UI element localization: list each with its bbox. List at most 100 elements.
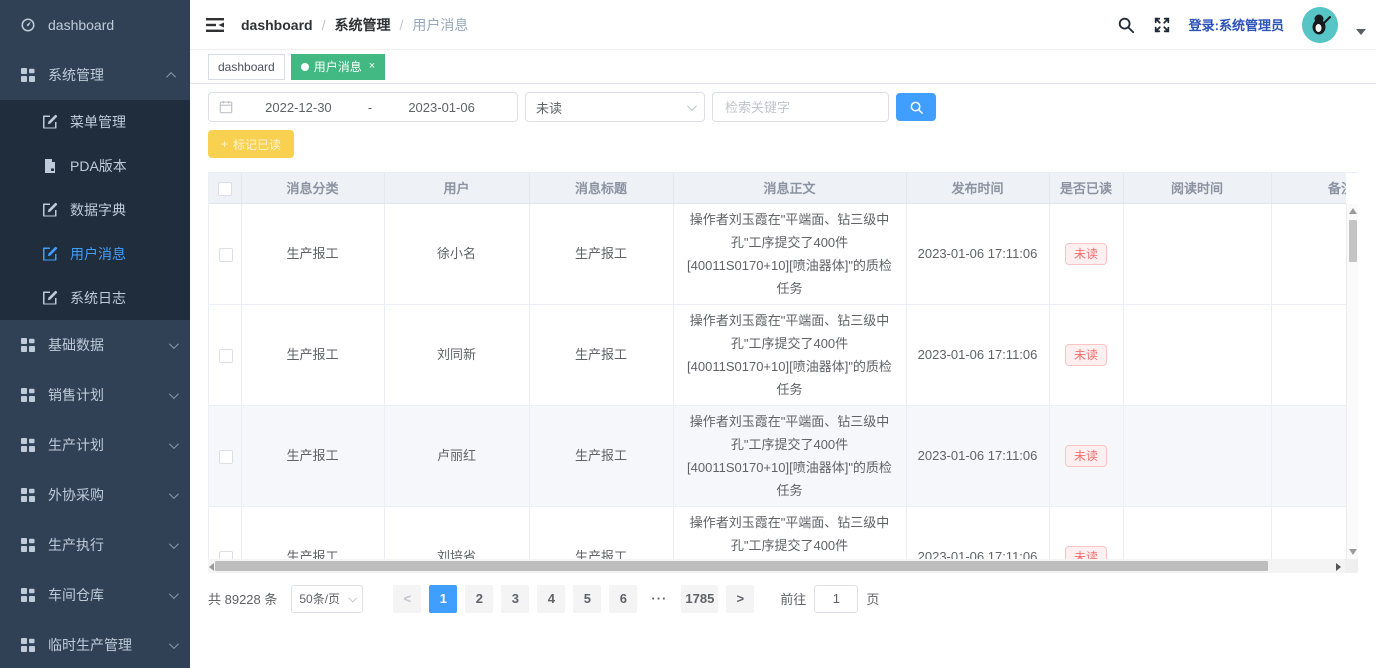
chevron-down-icon <box>169 439 179 449</box>
sidebar-item-系统管理[interactable]: 系统管理 <box>0 50 190 100</box>
sidebar-item-label: 用户消息 <box>70 244 126 264</box>
row-select-cell <box>209 405 241 506</box>
login-user-label[interactable]: 登录:系统管理员 <box>1189 15 1284 34</box>
column-header-消息分类: 消息分类 <box>241 173 384 203</box>
row-checkbox[interactable] <box>219 551 233 559</box>
vertical-scroll-thumb[interactable] <box>1349 220 1357 262</box>
cell-category: 生产报工 <box>241 506 384 559</box>
hamburger-icon[interactable] <box>205 15 225 35</box>
edit-icon <box>42 202 58 218</box>
horizontal-scrollbar[interactable] <box>208 559 1358 573</box>
sidebar-item-基础数据[interactable]: 基础数据 <box>0 320 190 370</box>
scroll-down-icon[interactable] <box>1349 549 1357 555</box>
page-button-1[interactable]: 1 <box>429 585 457 613</box>
chevron-down-icon <box>169 539 179 549</box>
date-range-picker[interactable]: 2022-12-30 - 2023-01-06 <box>208 92 518 122</box>
page-button-5[interactable]: 5 <box>573 585 601 613</box>
status-badge: 未读 <box>1065 243 1107 265</box>
sidebar-item-label: 销售计划 <box>48 385 104 405</box>
date-start-value[interactable]: 2022-12-30 <box>233 100 364 115</box>
search-icon[interactable] <box>1117 16 1135 34</box>
select-all-checkbox[interactable] <box>218 182 232 196</box>
search-button[interactable] <box>896 93 936 121</box>
page-button-3[interactable]: 3 <box>501 585 529 613</box>
cell-read-time <box>1123 304 1271 405</box>
status-badge: 未读 <box>1065 546 1107 559</box>
grid-icon <box>20 637 36 653</box>
scroll-left-icon[interactable] <box>209 563 214 571</box>
column-header-消息标题: 消息标题 <box>529 173 673 203</box>
fullscreen-icon[interactable] <box>1153 16 1171 34</box>
sidebar-item-数据字典[interactable]: 数据字典 <box>0 188 190 232</box>
cell-read-status: 未读 <box>1049 304 1123 405</box>
page-button-4[interactable]: 4 <box>537 585 565 613</box>
row-checkbox[interactable] <box>219 349 233 363</box>
tab-用户消息[interactable]: 用户消息× <box>291 54 385 80</box>
sidebar-item-dashboard[interactable]: dashboard <box>0 0 190 50</box>
keyword-search-input[interactable] <box>712 92 889 122</box>
sidebar-item-销售计划[interactable]: 销售计划 <box>0 370 190 420</box>
cell-read-status: 未读 <box>1049 506 1123 559</box>
row-checkbox[interactable] <box>219 248 233 262</box>
sidebar-item-label: 系统日志 <box>70 288 126 308</box>
breadcrumb-item-system[interactable]: 系统管理 <box>334 15 390 35</box>
sidebar-item-临时生产管理[interactable]: 临时生产管理 <box>0 620 190 668</box>
sidebar-item-生产计划[interactable]: 生产计划 <box>0 420 190 470</box>
close-icon[interactable]: × <box>369 61 375 72</box>
sidebar-item-菜单管理[interactable]: 菜单管理 <box>0 100 190 144</box>
sidebar-item-PDA版本[interactable]: PDA版本 <box>0 144 190 188</box>
status-badge: 未读 <box>1065 344 1107 366</box>
sidebar-item-label: 系统管理 <box>48 65 104 85</box>
sidebar: dashboard 系统管理菜单管理 PDA版本数据字典用户消息系统日志基础数据销售… <box>0 0 190 668</box>
sidebar-item-外协采购[interactable]: 外协采购 <box>0 470 190 520</box>
sidebar-item-label: PDA版本 <box>70 156 127 176</box>
user-menu-caret-icon[interactable] <box>1356 29 1366 35</box>
sidebar-item-label: 菜单管理 <box>70 112 126 132</box>
cell-remark <box>1271 405 1346 506</box>
mark-read-button[interactable]: + 标记已读 <box>208 130 294 158</box>
page-size-select[interactable]: 50条/页 <box>291 585 363 613</box>
read-status-select[interactable]: 未读 <box>525 92 705 122</box>
calendar-icon <box>219 100 233 114</box>
filter-row: 2022-12-30 - 2023-01-06 未读 <box>208 92 1376 122</box>
row-checkbox[interactable] <box>219 450 233 464</box>
page-button-1785[interactable]: 1785 <box>681 585 718 613</box>
goto-page-input[interactable] <box>814 585 858 613</box>
cell-remark <box>1271 204 1346 305</box>
table-row: 生产报工徐小名生产报工操作者刘玉霞在"平端面、钻三级中孔"工序提交了400件[4… <box>209 204 1346 305</box>
date-end-value[interactable]: 2023-01-06 <box>376 100 507 115</box>
page-ellipsis[interactable]: ··· <box>645 585 673 613</box>
scroll-up-icon[interactable] <box>1349 208 1357 214</box>
scroll-right-icon[interactable] <box>1336 563 1341 571</box>
breadcrumb-item-dashboard[interactable]: dashboard <box>241 17 313 33</box>
prev-page-button[interactable]: < <box>393 585 421 613</box>
tab-dashboard[interactable]: dashboard <box>208 54 285 80</box>
breadcrumb: dashboard / 系统管理 / 用户消息 <box>241 15 468 35</box>
cell-read-status: 未读 <box>1049 405 1123 506</box>
horizontal-scroll-thumb[interactable] <box>215 561 1268 571</box>
cell-title: 生产报工 <box>529 204 673 305</box>
sidebar-item-生产执行[interactable]: 生产执行 <box>0 520 190 570</box>
column-header-发布时间: 发布时间 <box>906 173 1049 203</box>
app-window: dashboard系统管理菜单管理PDA版本数据字典用户消息系统日志基础数据销售… <box>0 0 1376 668</box>
vertical-scrollbar[interactable] <box>1346 204 1358 559</box>
navbar-actions: 登录:系统管理员 <box>1117 7 1366 43</box>
avatar[interactable] <box>1302 7 1338 43</box>
sidebar-item-系统日志[interactable]: 系统日志 <box>0 276 190 320</box>
tab-label: dashboard <box>218 60 275 74</box>
cell-publish-time: 2023-01-06 17:11:06 <box>906 304 1049 405</box>
column-header-用户: 用户 <box>384 173 529 203</box>
page-button-6[interactable]: 6 <box>609 585 637 613</box>
next-page-button[interactable]: > <box>726 585 754 613</box>
cell-read-time <box>1123 204 1271 305</box>
sidebar-item-用户消息[interactable]: 用户消息 <box>0 232 190 276</box>
page-button-2[interactable]: 2 <box>465 585 493 613</box>
breadcrumb-item-current: 用户消息 <box>412 15 468 35</box>
column-header-阅读时间: 阅读时间 <box>1123 173 1271 203</box>
sidebar-item-车间仓库[interactable]: 车间仓库 <box>0 570 190 620</box>
cell-read-status: 未读 <box>1049 204 1123 305</box>
active-dot-icon <box>301 63 309 71</box>
chevron-down-icon <box>169 339 179 349</box>
cell-user: 徐小名 <box>384 204 529 305</box>
cell-user: 卢丽红 <box>384 405 529 506</box>
